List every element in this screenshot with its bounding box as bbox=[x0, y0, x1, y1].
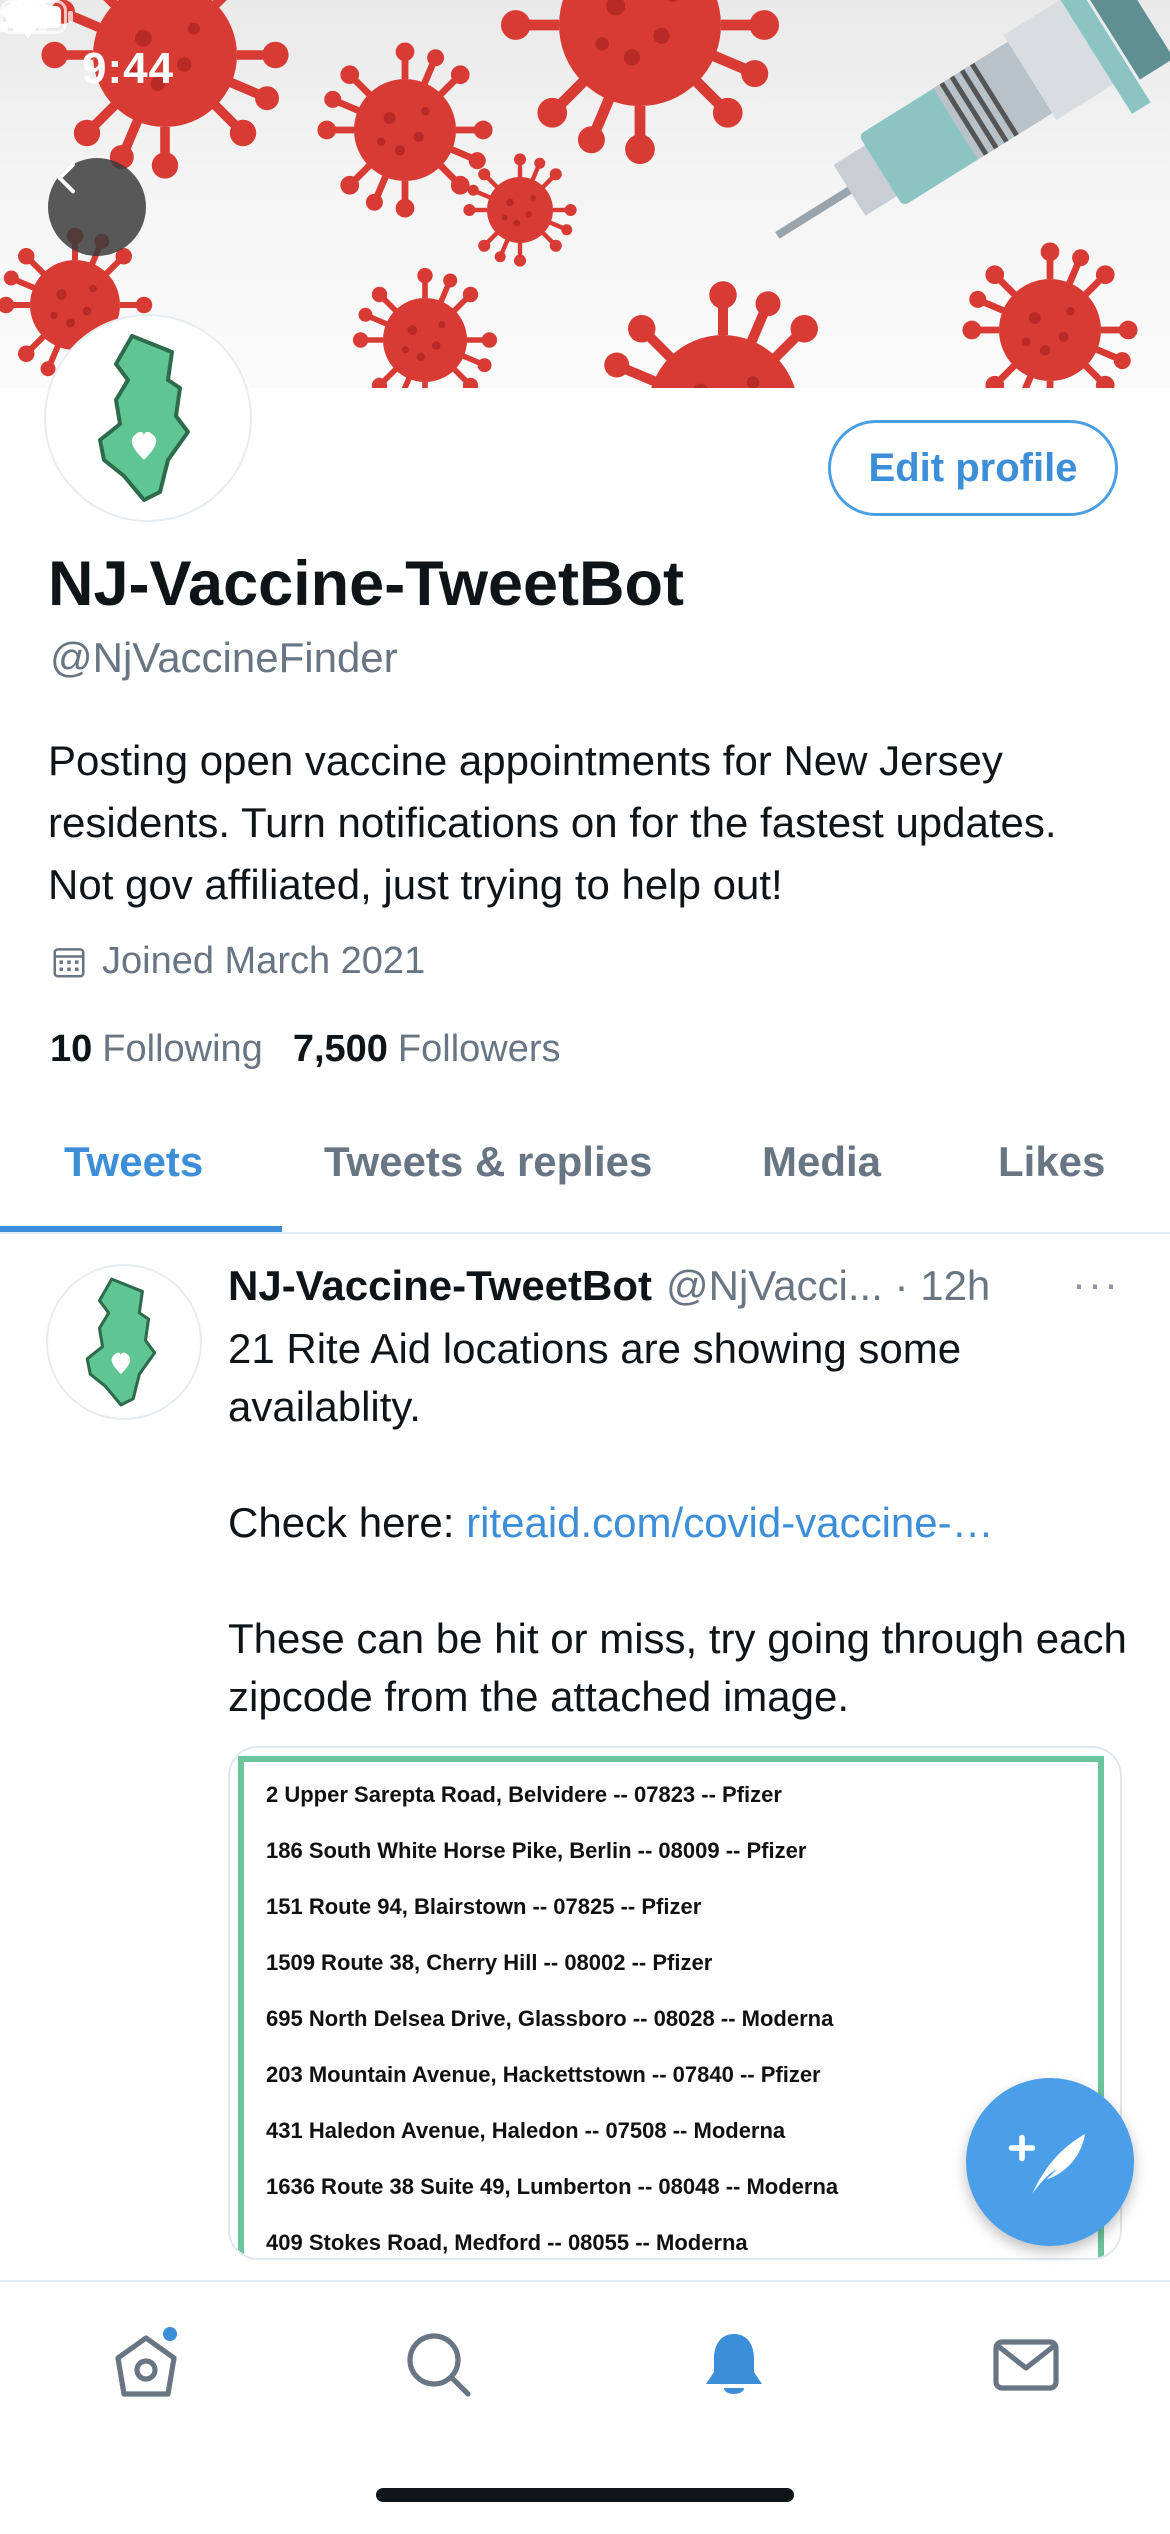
followers-link[interactable]: 7,500 Followers bbox=[293, 1028, 561, 1071]
profile-bio: Posting open vaccine appointments for Ne… bbox=[48, 737, 1057, 908]
compose-tweet-button[interactable] bbox=[966, 2078, 1134, 2246]
tweet-link[interactable]: riteaid.com/covid-vaccine-… bbox=[466, 1499, 994, 1546]
follow-stats: 10 Following 7,500 Followers bbox=[50, 1028, 591, 1071]
tweet-line-3: These can be hit or miss, try going thro… bbox=[228, 1615, 1127, 1720]
nav-notifications[interactable] bbox=[694, 2324, 774, 2404]
following-count: 10 bbox=[50, 1028, 93, 1070]
tab-tweets-replies[interactable]: Tweets & replies bbox=[324, 1138, 652, 1186]
location-row: 203 Mountain Avenue, Hackettstown -- 078… bbox=[266, 2062, 821, 2087]
followers-count: 7,500 bbox=[292, 1028, 388, 1070]
tweet-line-1: 21 Rite Aid locations are showing some a… bbox=[228, 1325, 962, 1430]
status-bar: 9:44 bbox=[0, 0, 1170, 140]
calendar-icon bbox=[53, 947, 85, 978]
following-link[interactable]: 10 Following bbox=[50, 1028, 263, 1071]
tweet-handle-time: @NjVacci... · 12h bbox=[666, 1262, 991, 1309]
profile-tabs: Tweets Tweets & replies Media Likes bbox=[0, 1108, 1170, 1234]
joined-label: Joined March 2021 bbox=[102, 940, 426, 982]
nav-search[interactable] bbox=[398, 2324, 478, 2404]
followers-label: Followers bbox=[397, 1028, 561, 1070]
profile-handle: @NjVaccineFinder bbox=[50, 634, 398, 681]
location-row: 2 Upper Sarepta Road, Belvidere -- 07823… bbox=[266, 1782, 782, 1807]
tweet-more-button[interactable]: ··· bbox=[1072, 1260, 1120, 1308]
home-icon bbox=[115, 2327, 177, 2397]
location-row: 409 Stokes Road, Medford -- 08055 -- Mod… bbox=[266, 2230, 748, 2255]
home-indicator[interactable] bbox=[376, 2488, 794, 2502]
search-icon bbox=[407, 2333, 471, 2397]
location-row: 431 Haledon Avenue, Haledon -- 07508 -- … bbox=[266, 2118, 786, 2143]
tweet-line-2: Check here: riteaid.com/covid-vaccine-… bbox=[228, 1494, 1128, 1552]
nj-state-heart-logo bbox=[98, 334, 190, 502]
messages-envelope-icon bbox=[993, 2339, 1059, 2391]
back-button[interactable] bbox=[48, 158, 146, 256]
battery-icon bbox=[0, 0, 73, 34]
location-row: 186 South White Horse Pike, Berlin -- 08… bbox=[266, 1838, 807, 1863]
location-row: 151 Route 94, Blairstown -- 07825 -- Pfi… bbox=[266, 1894, 702, 1919]
edit-profile-button[interactable]: Edit profile bbox=[828, 420, 1118, 516]
tweet-author-name[interactable]: NJ-Vaccine-TweetBot bbox=[228, 1262, 652, 1310]
tweet-header: NJ-Vaccine-TweetBot @NjVacci... · 12h bbox=[228, 1262, 990, 1310]
check-prefix: Check here: bbox=[228, 1499, 467, 1546]
location-row: 1636 Route 38 Suite 49, Lumberton -- 080… bbox=[266, 2174, 839, 2199]
nj-state-heart-logo bbox=[85, 1277, 157, 1407]
following-label: Following bbox=[102, 1028, 263, 1070]
notifications-bell-icon bbox=[706, 2334, 762, 2394]
tab-media[interactable]: Media bbox=[762, 1138, 881, 1186]
nav-messages[interactable] bbox=[986, 2324, 1066, 2404]
profile-avatar[interactable] bbox=[46, 316, 250, 520]
joined-date: Joined March 2021 bbox=[50, 940, 425, 983]
tweet-text: 21 Rite Aid locations are showing some a… bbox=[228, 1320, 1128, 1726]
compose-tweet-icon bbox=[1008, 2134, 1085, 2194]
tab-likes[interactable]: Likes bbox=[998, 1138, 1105, 1186]
tab-tweets[interactable]: Tweets bbox=[64, 1138, 203, 1186]
profile-display-name: NJ-Vaccine-TweetBot bbox=[48, 549, 684, 619]
location-row: 695 North Delsea Drive, Glassboro -- 080… bbox=[266, 2006, 834, 2031]
chevron-left-icon bbox=[57, 162, 75, 194]
nav-home[interactable] bbox=[106, 2324, 186, 2404]
location-row: 1509 Route 38, Cherry Hill -- 08002 -- P… bbox=[266, 1950, 713, 1975]
tweet-avatar[interactable] bbox=[48, 1266, 200, 1418]
active-tab-indicator bbox=[0, 1226, 282, 1232]
status-time: 9:44 bbox=[82, 44, 175, 93]
